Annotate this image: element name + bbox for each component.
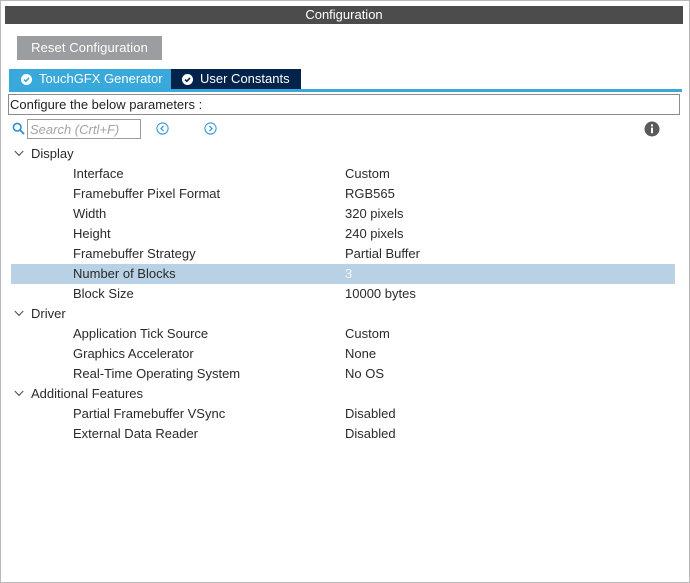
parameter-value[interactable]: 3 — [345, 264, 352, 284]
parameter-value[interactable]: RGB565 — [345, 184, 395, 204]
tree-group[interactable]: Display — [11, 144, 675, 164]
parameter-name: Width — [73, 206, 107, 221]
parameter-name: Block Size — [73, 286, 134, 301]
parameter-value[interactable]: Disabled — [345, 424, 396, 444]
group-label: Display — [31, 146, 74, 161]
chevron-down-icon[interactable] — [14, 310, 24, 317]
parameter-row[interactable]: Height 240 pixels — [11, 224, 675, 244]
tab-label: User Constants — [200, 71, 290, 86]
parameter-name: Framebuffer Strategy — [73, 246, 196, 261]
group-label: Additional Features — [31, 386, 144, 401]
parameter-value[interactable]: No OS — [345, 364, 384, 384]
arrow-right-circle-icon[interactable] — [204, 122, 217, 135]
parameter-name: External Data Reader — [73, 426, 199, 441]
tab-label: TouchGFX Generator — [39, 71, 163, 86]
check-circle-icon — [182, 73, 193, 85]
check-circle-icon — [21, 73, 32, 85]
parameter-row[interactable]: Graphics Accelerator None — [11, 344, 675, 364]
parameter-name: Number of Blocks — [73, 266, 176, 281]
parameter-row[interactable]: Framebuffer Strategy Partial Buffer — [11, 244, 675, 264]
parameter-value[interactable]: 240 pixels — [345, 224, 404, 244]
tab-underline — [9, 89, 682, 92]
search-icon — [12, 122, 25, 135]
parameter-name: Interface — [73, 166, 124, 181]
tab-bar: TouchGFX Generator User Constants — [9, 69, 301, 89]
parameter-row[interactable]: Application Tick Source Custom — [11, 324, 675, 344]
parameter-name: Framebuffer Pixel Format — [73, 186, 221, 201]
parameter-name: Real-Time Operating System — [73, 366, 241, 381]
parameter-value[interactable]: Custom — [345, 324, 390, 344]
parameter-value[interactable]: None — [345, 344, 376, 364]
parameter-name: Height — [73, 226, 111, 241]
parameter-name: Partial Framebuffer VSync — [73, 406, 226, 421]
parameter-row[interactable]: Framebuffer Pixel Format RGB565 — [11, 184, 675, 204]
parameter-name: Application Tick Source — [73, 326, 209, 341]
parameter-row[interactable]: External Data Reader Disabled — [11, 424, 675, 444]
parameters-header: Configure the below parameters : — [8, 94, 680, 115]
arrow-left-circle-icon[interactable] — [156, 122, 169, 135]
parameter-name: Graphics Accelerator — [73, 346, 194, 361]
parameter-row[interactable]: Real-Time Operating System No OS — [11, 364, 675, 384]
tree-group[interactable]: Driver — [11, 304, 675, 324]
parameter-value[interactable]: Custom — [345, 164, 390, 184]
parameter-row[interactable]: Block Size 10000 bytes — [11, 284, 675, 304]
parameter-value[interactable]: 320 pixels — [345, 204, 404, 224]
tab-touchgfx-generator[interactable]: TouchGFX Generator — [9, 69, 171, 89]
parameter-row[interactable]: Number of Blocks 3 — [11, 264, 675, 284]
parameter-value[interactable]: Disabled — [345, 404, 396, 424]
tab-user-constants[interactable]: User Constants — [171, 69, 301, 89]
group-label: Driver — [31, 306, 66, 321]
parameter-tree: Display Interface Custom Framebuffer Pixel … — [11, 144, 675, 444]
chevron-down-icon[interactable] — [14, 390, 24, 397]
configuration-panel: Configuration Reset Configuration TouchG… — [0, 0, 690, 583]
reset-configuration-button[interactable]: Reset Configuration — [17, 36, 162, 60]
panel-title: Configuration — [5, 6, 683, 24]
parameter-value[interactable]: 10000 bytes — [345, 284, 416, 304]
info-icon[interactable] — [644, 121, 660, 137]
chevron-down-icon[interactable] — [14, 150, 24, 157]
parameter-row[interactable]: Width 320 pixels — [11, 204, 675, 224]
search-input[interactable] — [27, 119, 141, 139]
parameter-value[interactable]: Partial Buffer — [345, 244, 420, 264]
parameter-row[interactable]: Interface Custom — [11, 164, 675, 184]
tree-group[interactable]: Additional Features — [11, 384, 675, 404]
parameter-row[interactable]: Partial Framebuffer VSync Disabled — [11, 404, 675, 424]
